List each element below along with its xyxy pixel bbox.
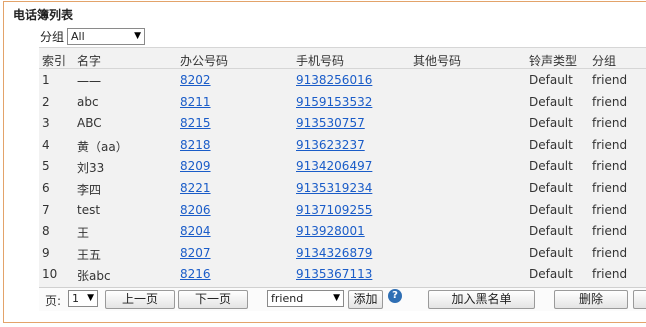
add-to-blacklist-button[interactable]: 加入黑名单 — [428, 290, 535, 309]
row-group: friend — [592, 245, 628, 260]
add-to-group-button[interactable]: 添加 — [348, 290, 383, 309]
office-number-link[interactable]: 8207 — [180, 246, 211, 260]
row-group: friend — [592, 202, 628, 217]
header-group: 分组 — [592, 54, 617, 68]
table-row: 9 王五 8207 9134326879 Default friend — [39, 243, 646, 265]
row-index: 7 — [42, 202, 50, 217]
header-mobile-number: 手机号码 — [296, 54, 345, 68]
row-ring-type: Default — [529, 245, 573, 260]
mobile-number-link[interactable]: 913530757 — [296, 116, 365, 130]
row-index: 6 — [42, 181, 50, 195]
chevron-down-icon: ▼ — [134, 30, 142, 41]
mobile-number-link[interactable]: 9137109255 — [296, 203, 372, 217]
office-number-link[interactable]: 8204 — [180, 224, 211, 238]
office-number-link[interactable]: 8215 — [180, 116, 211, 130]
group-filter: 分组 All ▼ — [40, 27, 146, 45]
row-ring-type: Default — [529, 116, 573, 131]
partial-button[interactable] — [633, 290, 646, 309]
row-name: ABC — [77, 116, 102, 131]
group-filter-select[interactable]: All ▼ — [67, 27, 146, 45]
row-index: 5 — [42, 159, 50, 174]
row-group: friend — [592, 137, 628, 152]
row-group: friend — [592, 181, 628, 195]
chevron-down-icon: ▼ — [333, 293, 340, 303]
header-ring-type: 铃声类型 — [529, 54, 578, 68]
header-name: 名字 — [77, 54, 102, 68]
delete-button[interactable]: 删除 — [554, 290, 628, 309]
table-row: 1 一一 8202 9138256016 Default friend — [39, 70, 646, 92]
row-name: 一一 — [77, 75, 102, 89]
mobile-number-link[interactable]: 9138256016 — [296, 73, 372, 87]
office-number-link[interactable]: 8221 — [180, 181, 211, 195]
row-group: friend — [592, 224, 628, 239]
table-row: 4 黄（aa） 8218 913623237 Default friend — [39, 135, 646, 157]
row-ring-type: Default — [529, 73, 573, 87]
row-index: 9 — [42, 245, 50, 260]
header-index: 索引 — [42, 54, 67, 68]
row-index: 1 — [42, 73, 50, 87]
row-index: 2 — [42, 94, 50, 109]
row-name: 李四 — [77, 183, 102, 197]
row-index: 10 — [42, 267, 58, 282]
group-filter-value: All — [71, 29, 85, 43]
row-index: 4 — [42, 137, 50, 152]
office-number-link[interactable]: 8202 — [180, 73, 211, 87]
target-group-value: friend — [271, 292, 304, 305]
mobile-number-link[interactable]: 913928001 — [296, 224, 365, 238]
office-number-link[interactable]: 8211 — [180, 95, 211, 109]
row-name: 王 — [77, 226, 90, 241]
prev-page-button[interactable]: 上一页 — [105, 290, 175, 309]
office-number-link[interactable]: 8209 — [180, 159, 211, 173]
row-name: test — [77, 202, 101, 217]
table-row: 2 abc 8211 9159153532 Default friend — [39, 92, 646, 114]
office-number-link[interactable]: 8216 — [180, 267, 211, 281]
row-group: friend — [592, 73, 628, 87]
table-footer: 页: 1 ▼ 上一页 下一页 friend ▼ 添加 ? 加入黑名单 删除 — [39, 287, 646, 311]
office-number-link[interactable]: 8206 — [180, 203, 211, 217]
table-row: 5 刘33 8209 9134206497 Default friend — [39, 156, 646, 178]
page-select[interactable]: 1 ▼ — [68, 290, 98, 307]
mobile-number-link[interactable]: 9159153532 — [296, 95, 372, 109]
page-label: 页: — [45, 294, 62, 308]
mobile-number-link[interactable]: 9135367113 — [296, 267, 372, 281]
mobile-number-link[interactable]: 913623237 — [296, 138, 365, 152]
row-index: 3 — [42, 116, 50, 131]
row-name: abc — [77, 94, 99, 109]
panel-title: 电话簿列表 — [13, 8, 74, 22]
target-group-select[interactable]: friend ▼ — [267, 290, 344, 307]
row-ring-type: Default — [529, 202, 573, 217]
row-group: friend — [592, 159, 628, 174]
table-row: 3 ABC 8215 913530757 Default friend — [39, 113, 646, 135]
table-row: 6 李四 8221 9135319234 Default friend — [39, 178, 646, 200]
mobile-number-link[interactable]: 9135319234 — [296, 181, 372, 195]
row-name: 张abc — [77, 269, 111, 284]
row-name: 黄（aa） — [77, 139, 128, 154]
info-icon[interactable]: ? — [388, 289, 402, 303]
row-index: 8 — [42, 224, 50, 239]
chevron-down-icon: ▼ — [87, 293, 94, 303]
row-name: 刘33 — [77, 161, 105, 176]
row-group: friend — [592, 267, 628, 282]
row-ring-type: Default — [529, 267, 573, 282]
row-ring-type: Default — [529, 181, 573, 195]
row-name: 王五 — [77, 247, 102, 262]
office-number-link[interactable]: 8218 — [180, 138, 211, 152]
table-row: 10 张abc 8216 9135367113 Default friend — [39, 264, 646, 286]
table-row: 7 test 8206 9137109255 Default friend — [39, 200, 646, 222]
row-group: friend — [592, 116, 628, 131]
row-ring-type: Default — [529, 159, 573, 174]
page-select-value: 1 — [72, 292, 79, 305]
row-ring-type: Default — [529, 137, 573, 152]
group-filter-label: 分组 — [40, 29, 65, 44]
mobile-number-link[interactable]: 9134206497 — [296, 159, 372, 173]
row-ring-type: Default — [529, 94, 573, 109]
header-other-number: 其他号码 — [413, 54, 462, 68]
row-group: friend — [592, 94, 628, 109]
next-page-button[interactable]: 下一页 — [178, 290, 248, 309]
row-ring-type: Default — [529, 224, 573, 239]
table-row: 8 王 8204 913928001 Default friend — [39, 221, 646, 243]
table-header: 索引 名字 办公号码 手机号码 其他号码 铃声类型 分组 — [39, 47, 646, 69]
mobile-number-link[interactable]: 9134326879 — [296, 246, 372, 260]
header-office-number: 办公号码 — [180, 54, 229, 68]
